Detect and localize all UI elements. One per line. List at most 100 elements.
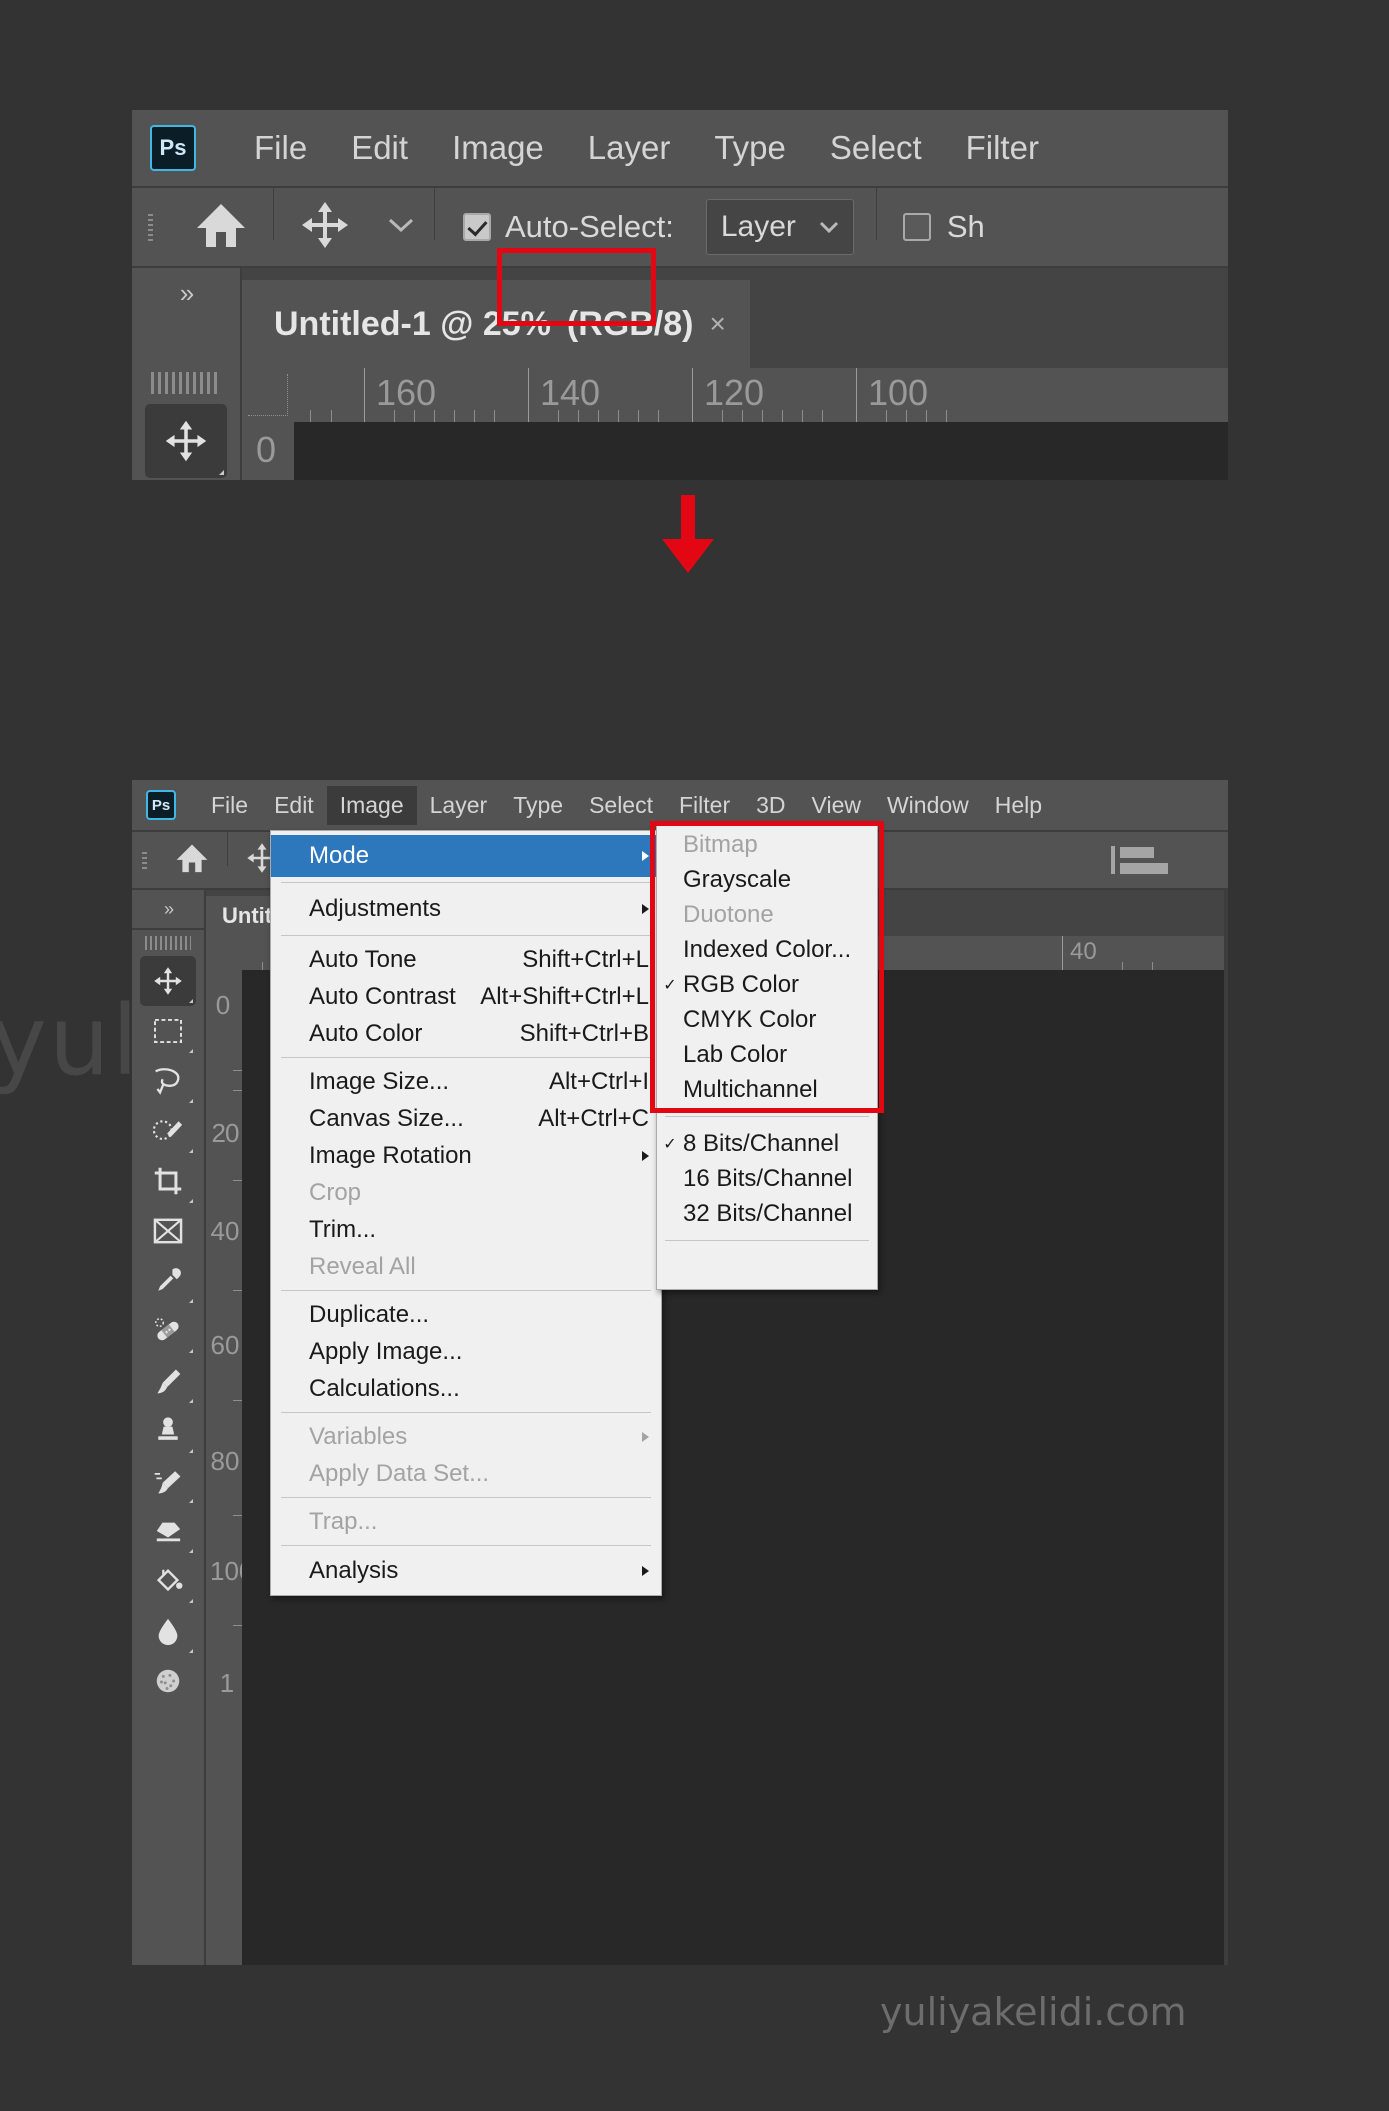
tool-quick-selection[interactable] [140,1106,196,1156]
menu-layer[interactable]: Layer [417,786,501,825]
ruler-corner [242,368,294,422]
menu-view[interactable]: View [799,786,874,825]
mode-item-8-bits-channel[interactable]: ✓ 8 Bits/Channel [657,1126,877,1161]
menu-type[interactable]: Type [500,786,576,825]
menu-help[interactable]: Help [982,786,1055,825]
vertical-ruler-bottom[interactable]: 0 20 40 60 80 100 1 [206,970,242,1965]
tool-paint-bucket[interactable] [140,1556,196,1606]
menu-edit[interactable]: Edit [261,786,327,825]
mode-item-duotone: Duotone [657,897,877,932]
menu-item-image-rotation[interactable]: Image Rotation [271,1137,661,1174]
menu-item-label: Apply Data Set... [309,1459,490,1487]
menu-edit[interactable]: Edit [329,129,430,167]
menu-item-mode[interactable]: Mode [271,835,661,877]
home-icon[interactable] [157,842,227,879]
mode-item-grayscale[interactable]: Grayscale [657,862,877,897]
mode-item-indexed-color[interactable]: Indexed Color... [657,932,877,967]
horizontal-ruler-top[interactable]: 160 140 120 100 [294,368,1228,422]
tool-history-brush[interactable] [140,1456,196,1506]
image-menu-dropdown[interactable]: Mode Adjustments Auto Tone Shift+Ctrl+L … [270,830,662,1596]
mode-item-lab-color[interactable]: Lab Color [657,1037,877,1072]
menu-window[interactable]: Window [874,786,982,825]
tool-healing-brush[interactable] [140,1306,196,1356]
mode-item-16-bits-channel[interactable]: 16 Bits/Channel [657,1161,877,1196]
menu-item-shortcut: Alt+Ctrl+C [538,1104,649,1132]
tool-dodge[interactable] [140,1656,196,1706]
menu-item-auto-tone[interactable]: Auto Tone Shift+Ctrl+L [271,941,661,978]
mode-item-rgb-color[interactable]: ✓ RGB Color [657,967,877,1002]
menu-item-shortcut: Shift+Ctrl+B [519,1019,649,1047]
align-icon[interactable] [1111,846,1228,874]
collapse-panels-icon[interactable]: » [180,278,195,309]
close-icon[interactable]: × [709,308,725,340]
ruler-label: 0 [215,990,231,1020]
tool-eraser[interactable] [140,1506,196,1556]
menu-item-calculations[interactable]: Calculations... [271,1370,661,1407]
options-bar-grip[interactable] [142,842,147,878]
ruler-label: 1 [219,1668,235,1698]
menu-file[interactable]: File [198,786,261,825]
menu-item-shortcut: Alt+Ctrl+I [548,1067,649,1095]
menu-item-apply-image[interactable]: Apply Image... [271,1333,661,1370]
document-tab[interactable]: Untitled-1 @ 25% (RGB/8) × [242,280,750,368]
menu-filter[interactable]: Filter [666,786,743,825]
photoshop-logo-icon: Ps [150,125,196,171]
chevron-down-icon[interactable] [368,217,434,238]
menu-item-auto-color[interactable]: Auto Color Shift+Ctrl+B [271,1015,661,1052]
tool-move[interactable] [145,404,227,478]
tool-brush[interactable] [140,1356,196,1406]
menu-item-auto-contrast[interactable]: Auto Contrast Alt+Shift+Ctrl+L [271,978,661,1015]
menu-select[interactable]: Select [576,786,666,825]
submenu-arrow-icon [642,1150,649,1161]
menu-item-label: Mode [309,842,370,869]
menu-layer[interactable]: Layer [566,129,693,167]
menu-item-adjustments[interactable]: Adjustments [271,888,661,930]
submenu-arrow-icon [642,851,649,861]
tool-rectangular-marquee[interactable] [140,1006,196,1056]
auto-select-checkbox[interactable] [463,213,491,241]
menu-file[interactable]: File [232,129,329,167]
move-tool-icon[interactable] [274,200,368,255]
mode-item-cmyk-color[interactable]: CMYK Color [657,1002,877,1037]
tool-blur[interactable] [140,1606,196,1656]
menu-item-label: Variables [309,1422,408,1450]
menu-filter[interactable]: Filter [944,129,1061,167]
mode-item-32-bits-channel[interactable]: 32 Bits/Channel [657,1196,877,1231]
menu-separator [665,1116,869,1117]
ruler-label: 20 [211,1118,240,1148]
home-icon[interactable] [169,200,273,255]
vertical-ruler-top[interactable]: 0 [242,422,294,480]
tool-move[interactable] [140,956,196,1006]
tool-presets-grip [151,372,221,394]
auto-select-scope-dropdown[interactable]: Layer [705,199,854,255]
photoshop-logo-icon: Ps [146,790,176,820]
canvas-top[interactable] [294,422,1228,480]
menu-item-duplicate[interactable]: Duplicate... [271,1296,661,1333]
menu-image[interactable]: Image [326,785,417,825]
menu-item-label: Trim... [309,1215,377,1243]
menu-select[interactable]: Select [808,129,944,167]
collapse-panels-icon[interactable]: » [132,890,204,928]
show-transform-controls-checkbox[interactable] [902,213,931,241]
tool-frame[interactable] [140,1206,196,1256]
options-bar-grip[interactable] [148,200,153,254]
menu-item-image-size[interactable]: Image Size... Alt+Ctrl+I [271,1063,661,1100]
menu-item-label: Analysis [309,1557,399,1584]
menu-item-analysis[interactable]: Analysis [271,1551,661,1591]
tool-crop[interactable] [140,1156,196,1206]
mode-item-multichannel[interactable]: Multichannel [657,1072,877,1107]
menu-item-label: 16 Bits/Channel [683,1164,853,1192]
photoshop-window-top: Ps File Edit Image Layer Type Select Fil… [132,110,1228,480]
menu-type[interactable]: Type [692,129,808,167]
menu-item-trim[interactable]: Trim... [271,1211,661,1248]
tool-clone-stamp[interactable] [140,1406,196,1456]
menu-item-label: Auto Tone [309,945,417,973]
menu-3d[interactable]: 3D [743,786,798,825]
tool-lasso[interactable] [140,1056,196,1106]
tool-rectangular-marquee[interactable] [145,478,227,480]
mode-item-color-table [657,1250,877,1285]
mode-submenu-dropdown[interactable]: Bitmap Grayscale Duotone Indexed Color..… [656,822,878,1290]
tool-eyedropper[interactable] [140,1256,196,1306]
menu-image[interactable]: Image [430,129,566,167]
menu-item-canvas-size[interactable]: Canvas Size... Alt+Ctrl+C [271,1100,661,1137]
